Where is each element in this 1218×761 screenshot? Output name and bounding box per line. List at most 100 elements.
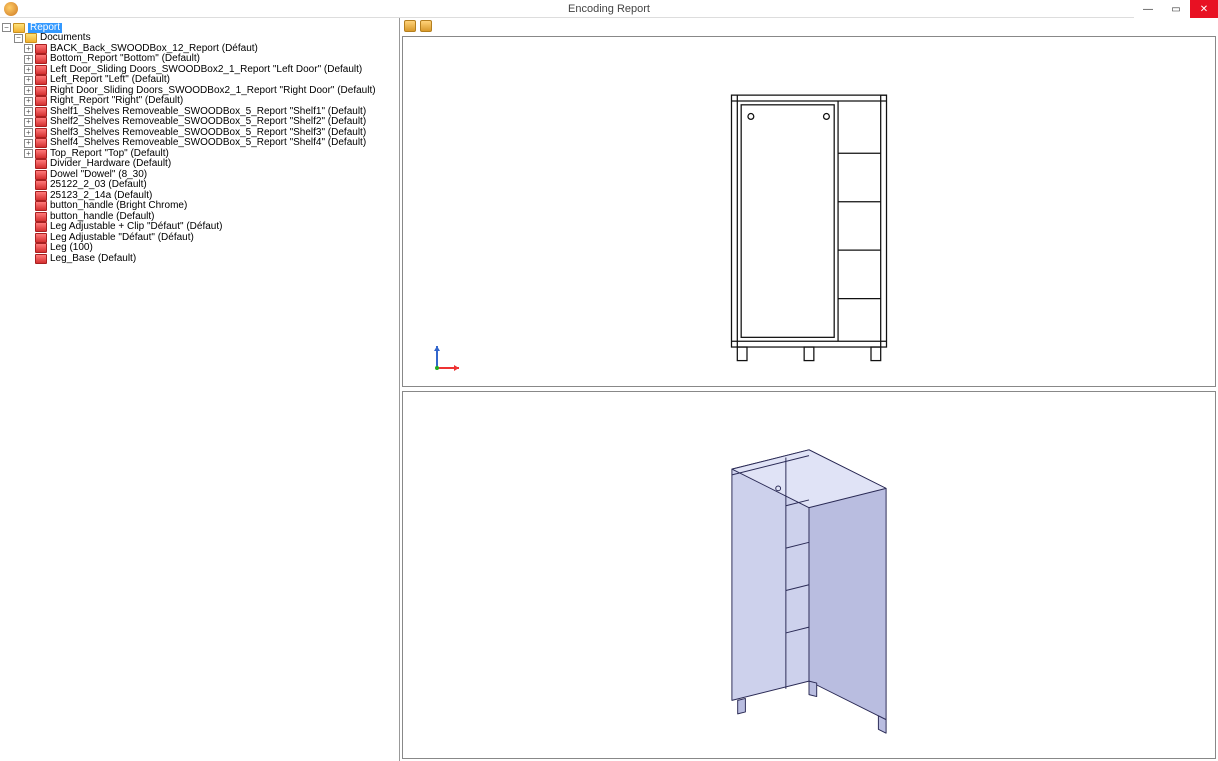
tree-item[interactable]: + Top_Report "Top" (Default) bbox=[2, 149, 397, 159]
tree-item[interactable]: Leg Adjustable "Défaut" (Défaut) bbox=[2, 233, 397, 243]
model-tree[interactable]: − Report − Documents + BACK_Back_SWOODBox… bbox=[2, 23, 397, 264]
expand-icon[interactable]: + bbox=[24, 44, 33, 53]
part-icon bbox=[35, 128, 47, 138]
tree-item-label: Left Door_Sliding Doors_SWOODBox2_1_Repo… bbox=[50, 65, 362, 75]
app-icon bbox=[4, 2, 18, 16]
title-bar: Encoding Report bbox=[0, 0, 1218, 18]
part-icon bbox=[35, 138, 47, 148]
tree-item-label: Shelf2_Shelves Removeable_SWOODBox_5_Rep… bbox=[50, 117, 366, 127]
tree-item[interactable]: Leg (100) bbox=[2, 243, 397, 253]
tree-item[interactable]: Dowel "Dowel" (8_30) bbox=[2, 170, 397, 180]
window-controls bbox=[1134, 0, 1218, 18]
tree-item[interactable]: + Left_Report "Left" (Default) bbox=[2, 75, 397, 85]
tree-item-label: BACK_Back_SWOODBox_12_Report (Défaut) bbox=[50, 44, 258, 54]
tree-item[interactable]: + BACK_Back_SWOODBox_12_Report (Défaut) bbox=[2, 44, 397, 54]
tree-item-label: Leg Adjustable + Clip "Défaut" (Défaut) bbox=[50, 222, 222, 232]
part-icon bbox=[35, 65, 47, 75]
tree-item-label: Dowel "Dowel" (8_30) bbox=[50, 170, 147, 180]
tree-item[interactable]: Divider_Hardware (Default) bbox=[2, 159, 397, 169]
minimize-button[interactable] bbox=[1134, 0, 1162, 18]
part-icon bbox=[35, 75, 47, 85]
tree-item-label: Bottom_Report "Bottom" (Default) bbox=[50, 54, 200, 64]
expand-icon[interactable]: + bbox=[24, 55, 33, 64]
part-icon bbox=[35, 212, 47, 222]
no-expand-spacer bbox=[24, 202, 33, 211]
tree-item[interactable]: button_handle (Bright Chrome) bbox=[2, 201, 397, 211]
tree-item-label: Leg_Base (Default) bbox=[50, 254, 136, 264]
tree-item-label: 25123_2_14a (Default) bbox=[50, 191, 152, 201]
expand-icon[interactable]: + bbox=[24, 139, 33, 148]
expand-icon[interactable]: + bbox=[24, 149, 33, 158]
expand-icon[interactable]: + bbox=[24, 128, 33, 137]
tree-item[interactable]: + Bottom_Report "Bottom" (Default) bbox=[2, 54, 397, 64]
no-expand-spacer bbox=[24, 160, 33, 169]
tree-item[interactable]: 25123_2_14a (Default) bbox=[2, 191, 397, 201]
collapse-icon[interactable]: − bbox=[2, 23, 11, 32]
window-title: Encoding Report bbox=[568, 3, 650, 15]
part-icon bbox=[35, 107, 47, 117]
no-expand-spacer bbox=[24, 212, 33, 221]
tree-item-label: Shelf1_Shelves Removeable_SWOODBox_5_Rep… bbox=[50, 107, 366, 117]
tree-item-label: Left_Report "Left" (Default) bbox=[50, 75, 170, 85]
tree-item-label: Leg (100) bbox=[50, 243, 93, 253]
part-icon bbox=[35, 254, 47, 264]
tree-item[interactable]: Leg_Base (Default) bbox=[2, 254, 397, 264]
tree-item-label: Divider_Hardware (Default) bbox=[50, 159, 171, 169]
tree-root-label: Report bbox=[28, 23, 62, 33]
part-icon bbox=[35, 243, 47, 253]
part-icon bbox=[35, 233, 47, 243]
tree-item[interactable]: 25122_2_03 (Default) bbox=[2, 180, 397, 190]
part-icon bbox=[35, 201, 47, 211]
iso-view-drawing bbox=[403, 392, 1215, 758]
tree-item-label: Shelf3_Shelves Removeable_SWOODBox_5_Rep… bbox=[50, 128, 366, 138]
tree-item[interactable]: + Shelf2_Shelves Removeable_SWOODBox_5_Re… bbox=[2, 117, 397, 127]
part-icon bbox=[35, 149, 47, 159]
expand-icon[interactable]: + bbox=[24, 76, 33, 85]
report-icon bbox=[13, 23, 25, 33]
viewport-iso[interactable] bbox=[402, 391, 1216, 759]
part-icon bbox=[35, 159, 47, 169]
tree-item[interactable]: + Right Door_Sliding Doors_SWOODBox2_1_Re… bbox=[2, 86, 397, 96]
tree-item[interactable]: + Shelf4_Shelves Removeable_SWOODBox_5_Re… bbox=[2, 138, 397, 148]
tree-item[interactable]: Leg Adjustable + Clip "Défaut" (Défaut) bbox=[2, 222, 397, 232]
tree-documents[interactable]: − Documents bbox=[2, 33, 397, 43]
collapse-icon[interactable]: − bbox=[14, 34, 23, 43]
tree-item-label: button_handle (Bright Chrome) bbox=[50, 201, 187, 211]
part-icon bbox=[35, 117, 47, 127]
part-icon bbox=[35, 170, 47, 180]
no-expand-spacer bbox=[24, 181, 33, 190]
tree-item-label: 25122_2_03 (Default) bbox=[50, 180, 147, 190]
maximize-button[interactable] bbox=[1162, 0, 1190, 18]
toolbar-icon-1[interactable] bbox=[404, 20, 416, 32]
part-icon bbox=[35, 180, 47, 190]
expand-icon[interactable]: + bbox=[24, 86, 33, 95]
folder-icon bbox=[25, 33, 37, 43]
toolbar-icon-2[interactable] bbox=[420, 20, 432, 32]
axis-triad-icon bbox=[429, 342, 463, 376]
tree-panel[interactable]: − Report − Documents + BACK_Back_SWOODBox… bbox=[0, 18, 400, 761]
no-expand-spacer bbox=[24, 244, 33, 253]
tree-item[interactable]: + Left Door_Sliding Doors_SWOODBox2_1_Rep… bbox=[2, 65, 397, 75]
tree-item[interactable]: button_handle (Default) bbox=[2, 212, 397, 222]
part-icon bbox=[35, 222, 47, 232]
viewport-panel bbox=[400, 18, 1218, 761]
tree-root[interactable]: − Report bbox=[2, 23, 397, 33]
tree-item[interactable]: + Right_Report "Right" (Default) bbox=[2, 96, 397, 106]
viewport-front[interactable] bbox=[402, 36, 1216, 387]
tree-item-label: Leg Adjustable "Défaut" (Défaut) bbox=[50, 233, 194, 243]
main-area: − Report − Documents + BACK_Back_SWOODBox… bbox=[0, 18, 1218, 761]
tree-item[interactable]: + Shelf3_Shelves Removeable_SWOODBox_5_Re… bbox=[2, 128, 397, 138]
close-button[interactable] bbox=[1190, 0, 1218, 18]
no-expand-spacer bbox=[24, 170, 33, 179]
tree-item-label: Shelf4_Shelves Removeable_SWOODBox_5_Rep… bbox=[50, 138, 366, 148]
tree-item[interactable]: + Shelf1_Shelves Removeable_SWOODBox_5_Re… bbox=[2, 107, 397, 117]
no-expand-spacer bbox=[24, 254, 33, 263]
tree-item-label: Right Door_Sliding Doors_SWOODBox2_1_Rep… bbox=[50, 86, 376, 96]
tree-item-label: Top_Report "Top" (Default) bbox=[50, 149, 169, 159]
expand-icon[interactable]: + bbox=[24, 97, 33, 106]
part-icon bbox=[35, 44, 47, 54]
tree-item-label: Right_Report "Right" (Default) bbox=[50, 96, 183, 106]
expand-icon[interactable]: + bbox=[24, 107, 33, 116]
expand-icon[interactable]: + bbox=[24, 65, 33, 74]
expand-icon[interactable]: + bbox=[24, 118, 33, 127]
